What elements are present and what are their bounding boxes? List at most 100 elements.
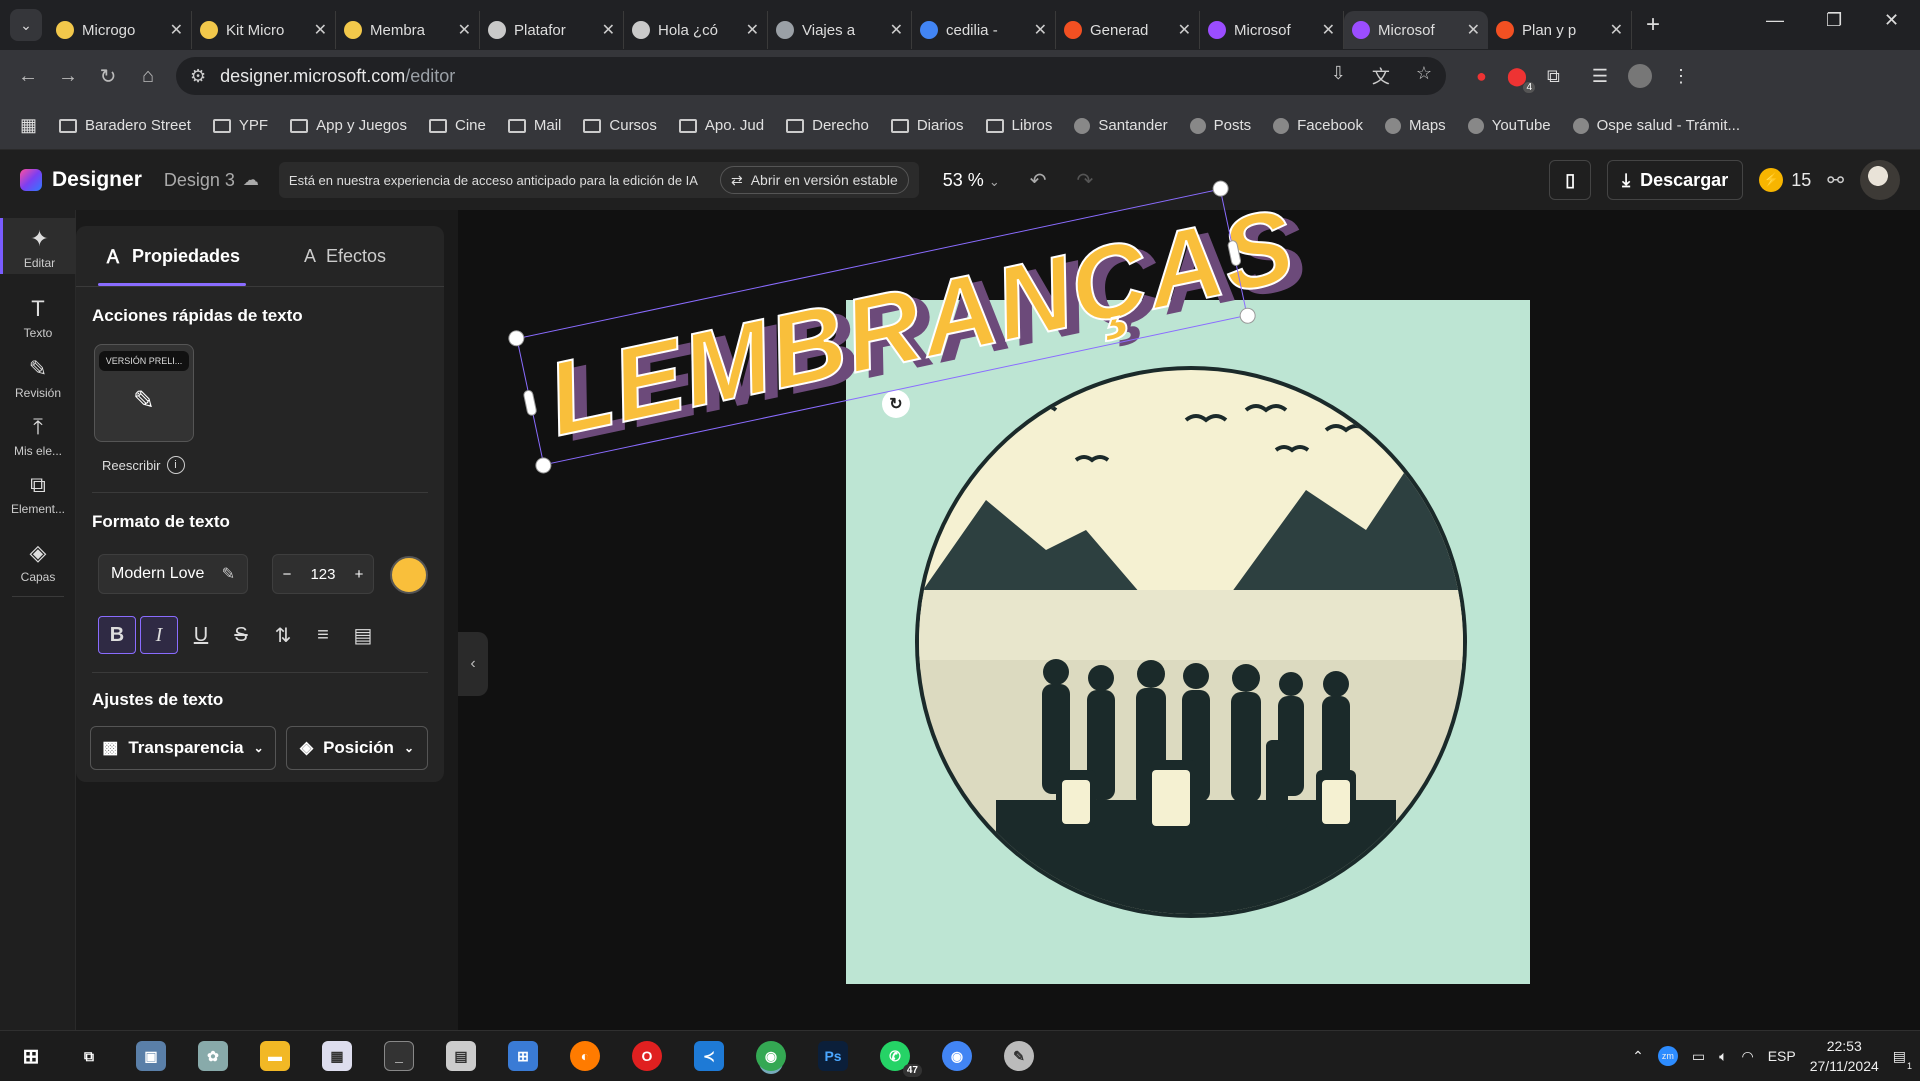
transparency-dropdown[interactable]: ▩ Transparencia ⌄: [90, 726, 276, 770]
strikethrough-button[interactable]: S: [222, 616, 260, 654]
vscode-icon[interactable]: ≺: [694, 1041, 724, 1071]
bookmark-item[interactable]: Diarios: [890, 117, 964, 134]
volume-icon[interactable]: 🔈︎: [1719, 1048, 1727, 1065]
close-tab-icon[interactable]: ✕: [314, 20, 327, 40]
font-size-stepper[interactable]: − 123 +: [272, 554, 374, 594]
forward-button[interactable]: →: [48, 65, 88, 88]
browser-tab[interactable]: Microsof ✕: [1344, 11, 1488, 49]
home-button[interactable]: ⌂: [128, 65, 168, 88]
bookmark-star-icon[interactable]: ☆: [1416, 63, 1432, 89]
close-tab-icon[interactable]: ✕: [602, 20, 615, 40]
tab-effects[interactable]: A Efectos: [304, 226, 386, 286]
bookmark-item[interactable]: Maps: [1385, 117, 1446, 134]
rail-item-text[interactable]: T Texto: [0, 288, 76, 344]
new-tab-button[interactable]: +: [1646, 11, 1660, 39]
redo-icon[interactable]: ↷: [1077, 168, 1094, 193]
close-tab-icon[interactable]: ✕: [1178, 20, 1191, 40]
battery-icon[interactable]: ▭: [1692, 1048, 1705, 1065]
task-view-icon[interactable]: ⧉: [74, 1041, 104, 1071]
resize-button[interactable]: ▯: [1549, 160, 1592, 200]
chrome-icon[interactable]: ◉: [942, 1041, 972, 1071]
bookmark-item[interactable]: App y Juegos: [290, 117, 407, 134]
reload-button[interactable]: ↻: [88, 64, 128, 89]
rail-item-layers[interactable]: ◈ Capas: [0, 532, 76, 588]
bookmark-item[interactable]: Apo. Jud: [678, 117, 764, 134]
minimize-button[interactable]: —: [1766, 10, 1784, 31]
apps-grid-icon[interactable]: ▦: [20, 115, 37, 136]
calc-app-icon[interactable]: ▤: [446, 1041, 476, 1071]
wifi-icon[interactable]: ◠: [1742, 1048, 1754, 1065]
zoom-tray-icon[interactable]: zm: [1657, 1046, 1678, 1066]
opera-icon[interactable]: O: [632, 1041, 662, 1071]
photoshop-icon[interactable]: Ps: [818, 1041, 848, 1071]
microsoft-store-icon[interactable]: ⊞: [508, 1041, 538, 1071]
rail-item-sparkle[interactable]: ✦ Editar: [0, 218, 76, 274]
bookmark-item[interactable]: Santander: [1074, 117, 1168, 134]
paint-palette-icon[interactable]: ✎: [1004, 1041, 1034, 1071]
italic-button[interactable]: I: [140, 616, 178, 654]
bookmark-item[interactable]: Ospe salud - Trámit...: [1572, 117, 1740, 134]
collapse-panel-button[interactable]: ‹: [458, 632, 488, 696]
bookmark-item[interactable]: Libros: [985, 117, 1052, 134]
notifications-icon[interactable]: ▤ 1: [1893, 1048, 1912, 1071]
bookmark-item[interactable]: Mail: [507, 117, 561, 134]
browser-tab[interactable]: cedilia - ✕: [912, 11, 1056, 49]
text-box-icon[interactable]: ▤: [344, 616, 382, 654]
zoom-dropdown[interactable]: 53 % ⌄: [943, 170, 1000, 191]
align-center-icon[interactable]: ≡: [304, 616, 342, 654]
info-icon[interactable]: i: [166, 456, 185, 474]
whatsapp-icon[interactable]: ✆ 47: [880, 1041, 922, 1077]
terminal-icon[interactable]: _: [384, 1041, 414, 1071]
site-info-icon[interactable]: ⚙: [190, 66, 206, 87]
address-bar[interactable]: ⚙ designer.microsoft.com/editor ⇩ 文 ☆: [176, 57, 1446, 95]
bookmark-item[interactable]: Posts: [1189, 117, 1251, 134]
close-tab-icon[interactable]: ✕: [1322, 20, 1335, 40]
close-tab-icon[interactable]: ✕: [1034, 20, 1047, 40]
translate-icon[interactable]: 文: [1372, 63, 1390, 89]
profile-avatar[interactable]: [1628, 64, 1653, 88]
rail-item-pen[interactable]: ✎ Revisión: [0, 348, 76, 404]
position-dropdown[interactable]: ◈ Posición ⌄: [286, 726, 428, 770]
undo-icon[interactable]: ↶: [1030, 168, 1047, 193]
share-icon[interactable]: ⚯: [1827, 168, 1844, 193]
restore-button[interactable]: ❐: [1826, 10, 1842, 31]
tray-overflow-icon[interactable]: ⌃: [1632, 1048, 1644, 1065]
browser-menu-icon[interactable]: ⋮: [1672, 66, 1690, 87]
browser-tab[interactable]: Hola ¿có ✕: [624, 11, 768, 49]
media-control-icon[interactable]: ☰: [1592, 66, 1608, 87]
decrease-size-button[interactable]: −: [283, 566, 292, 583]
close-tab-icon[interactable]: ✕: [746, 20, 759, 40]
extensions-puzzle-icon[interactable]: ⧉: [1547, 66, 1560, 87]
browser-tab[interactable]: Platafor ✕: [480, 11, 624, 49]
browser-tab[interactable]: Microsof ✕: [1200, 11, 1344, 49]
line-spacing-icon[interactable]: ⇅: [264, 616, 302, 654]
tab-properties[interactable]: Ａ Propiedades: [97, 226, 247, 286]
rail-item-elements[interactable]: ⧉ Element...: [0, 464, 76, 520]
browser-tab[interactable]: Viajes a ✕: [768, 11, 912, 49]
user-avatar[interactable]: [1860, 160, 1900, 200]
bold-button[interactable]: B: [98, 616, 136, 654]
install-app-icon[interactable]: ⇩: [1331, 63, 1346, 89]
language-indicator[interactable]: ESP: [1768, 1048, 1796, 1064]
browser-tab[interactable]: Kit Micro ✕: [192, 11, 336, 49]
rewrite-card[interactable]: VERSIÓN PRELI... ✎: [94, 344, 194, 442]
bookmark-item[interactable]: Cine: [429, 117, 486, 134]
close-tab-icon[interactable]: ✕: [890, 20, 903, 40]
file-explorer-icon[interactable]: ▬: [260, 1041, 290, 1071]
document-name[interactable]: Design 3: [164, 170, 235, 191]
boost-credits[interactable]: ⚡ 15: [1759, 168, 1811, 192]
close-window-button[interactable]: ✕: [1884, 10, 1899, 31]
artboard[interactable]: [846, 300, 1530, 984]
chrome-active-icon[interactable]: ◉: [756, 1041, 786, 1071]
browser-tab[interactable]: Generad ✕: [1056, 11, 1200, 49]
rail-item-upload[interactable]: ⤒ Mis ele...: [0, 406, 76, 462]
adblock-extension-icon[interactable]: ⬤ 4: [1507, 66, 1536, 93]
taskbar-app-icon[interactable]: ▣: [136, 1041, 166, 1071]
bookmark-item[interactable]: Baradero Street: [59, 117, 191, 134]
download-button[interactable]: ⤓ Descargar: [1607, 160, 1744, 200]
browser-tab[interactable]: Plan y p ✕: [1488, 11, 1632, 49]
bookmark-item[interactable]: YouTube: [1467, 117, 1551, 134]
text-color-swatch[interactable]: [390, 556, 428, 594]
browser-tab[interactable]: Microgo ✕: [48, 11, 192, 49]
underline-button[interactable]: U: [182, 616, 220, 654]
